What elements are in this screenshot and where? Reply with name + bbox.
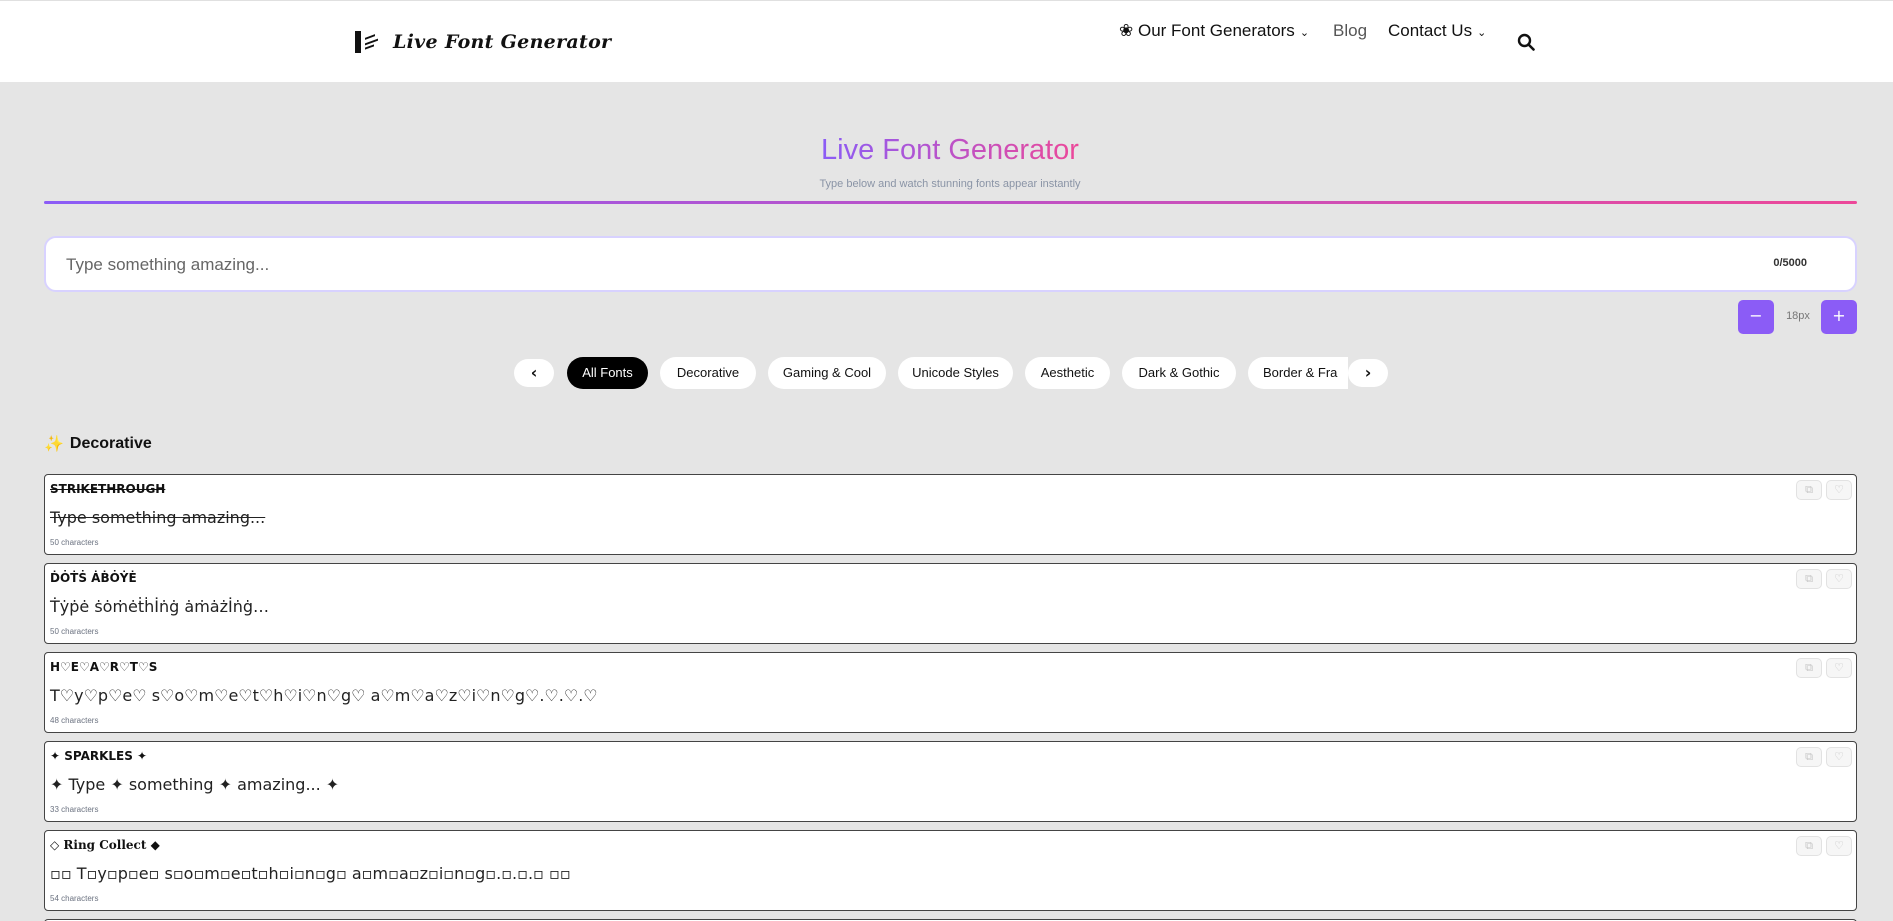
nav-font-generators-label: ❀ Our Font Generators — [1119, 21, 1295, 40]
font-card[interactable]: STRIKETHROUGH Type something amazing... … — [44, 474, 1857, 555]
page-title: Live Font Generator — [821, 134, 1079, 166]
text-input-container: 0/5000 — [44, 236, 1857, 292]
sparkle-icon: ✨ — [44, 436, 64, 453]
font-size-value: 18px — [1786, 310, 1810, 322]
category-prev-button[interactable]: ‹ — [514, 359, 554, 387]
heart-icon[interactable]: ♡ — [1826, 658, 1852, 678]
character-count: 48 characters — [50, 716, 99, 725]
logo-icon — [355, 31, 379, 53]
font-preview: Type something amazing... — [50, 508, 266, 527]
logo-text: Live Font Generator — [393, 31, 612, 53]
text-input[interactable] — [66, 253, 1566, 277]
character-count: 33 characters — [50, 805, 99, 814]
nav-contact-label: Contact Us — [1388, 21, 1473, 40]
character-count: 50 characters — [50, 538, 99, 547]
nav-blog[interactable]: Blog — [1333, 21, 1367, 41]
copy-icon[interactable]: ⧉ — [1796, 747, 1822, 767]
category-decorative[interactable]: Decorative — [660, 357, 756, 389]
font-card[interactable]: H♡E♡A♡R♡T♡S T♡y♡p♡e♡ s♡o♡m♡e♡t♡h♡i♡n♡g♡ … — [44, 652, 1857, 733]
heart-icon[interactable]: ♡ — [1826, 836, 1852, 856]
increase-size-button[interactable]: + — [1821, 300, 1857, 334]
category-gaming-cool[interactable]: Gaming & Cool — [768, 357, 886, 389]
search-icon[interactable] — [1517, 33, 1535, 51]
font-preview: Ṫẏṗė ṡȯṁėṫḣİṅġ ȧṁȧżİṅġ… — [50, 597, 270, 616]
font-card[interactable]: ḊȮṪṠ ȦḂȮẎĖ Ṫẏṗė ṡȯṁėṫḣİṅġ ȧṁȧżİṅġ… 50 ch… — [44, 563, 1857, 644]
font-style-name: ḊȮṪṠ ȦḂȮẎĖ — [50, 571, 137, 585]
category-border-frame[interactable]: Border & Fra — [1248, 357, 1348, 389]
font-preview: ▫▫ T▫y▫p▫e▫ s▫o▫m▫e▫t▫h▫i▫n▫g▫ a▫m▫a▫z▫i… — [50, 864, 571, 883]
font-style-name: ✦ SPARKLES ✦ — [50, 749, 148, 763]
site-logo[interactable]: Live Font Generator — [355, 31, 611, 53]
font-card[interactable]: ✦ SPARKLES ✦ ✦ Type ✦ something ✦ amazin… — [44, 741, 1857, 822]
font-style-name: STRIKETHROUGH — [50, 482, 166, 496]
character-count: 54 characters — [50, 894, 99, 903]
copy-icon[interactable]: ⧉ — [1796, 658, 1822, 678]
category-next-button[interactable]: › — [1348, 359, 1388, 387]
heart-icon[interactable]: ♡ — [1826, 569, 1852, 589]
font-style-name: ◇ Ring Collect ◆ — [50, 838, 160, 852]
category-unicode-styles[interactable]: Unicode Styles — [898, 357, 1013, 389]
font-preview: T♡y♡p♡e♡ s♡o♡m♡e♡t♡h♡i♡n♡g♡ a♡m♡a♡z♡i♡n♡… — [50, 686, 598, 705]
divider — [44, 201, 1857, 204]
font-style-name: H♡E♡A♡R♡T♡S — [50, 660, 158, 674]
chevron-down-icon: ⌄ — [1299, 26, 1310, 39]
char-count: 0/5000 — [1773, 257, 1807, 269]
category-all-fonts[interactable]: All Fonts — [567, 357, 648, 389]
site-header: Live Font Generator ❀ Our Font Generator… — [0, 0, 1893, 82]
heart-icon[interactable]: ♡ — [1826, 747, 1852, 767]
decrease-size-button[interactable]: − — [1738, 300, 1774, 334]
page-subtitle: Type below and watch stunning fonts appe… — [819, 178, 1081, 190]
nav-contact-us[interactable]: Contact Us ⌄ — [1388, 21, 1486, 41]
copy-icon[interactable]: ⧉ — [1796, 569, 1822, 589]
section-title: Decorative — [69, 435, 152, 452]
copy-icon[interactable]: ⧉ — [1796, 480, 1822, 500]
category-dark-gothic[interactable]: Dark & Gothic — [1122, 357, 1236, 389]
nav-blog-label: Blog — [1333, 21, 1368, 40]
nav-font-generators[interactable]: ❀ Our Font Generators ⌄ — [1119, 21, 1309, 41]
copy-icon[interactable]: ⧉ — [1796, 836, 1822, 856]
category-aesthetic[interactable]: Aesthetic — [1025, 357, 1110, 389]
section-heading: ✨ Decorative — [44, 434, 152, 454]
heart-icon[interactable]: ♡ — [1826, 480, 1852, 500]
character-count: 50 characters — [50, 627, 99, 636]
chevron-down-icon: ⌄ — [1477, 26, 1487, 39]
font-card[interactable]: ◇ Ring Collect ◆ ▫▫ T▫y▫p▫e▫ s▫o▫m▫e▫t▫h… — [44, 830, 1857, 911]
font-preview: ✦ Type ✦ something ✦ amazing... ✦ — [50, 775, 340, 794]
